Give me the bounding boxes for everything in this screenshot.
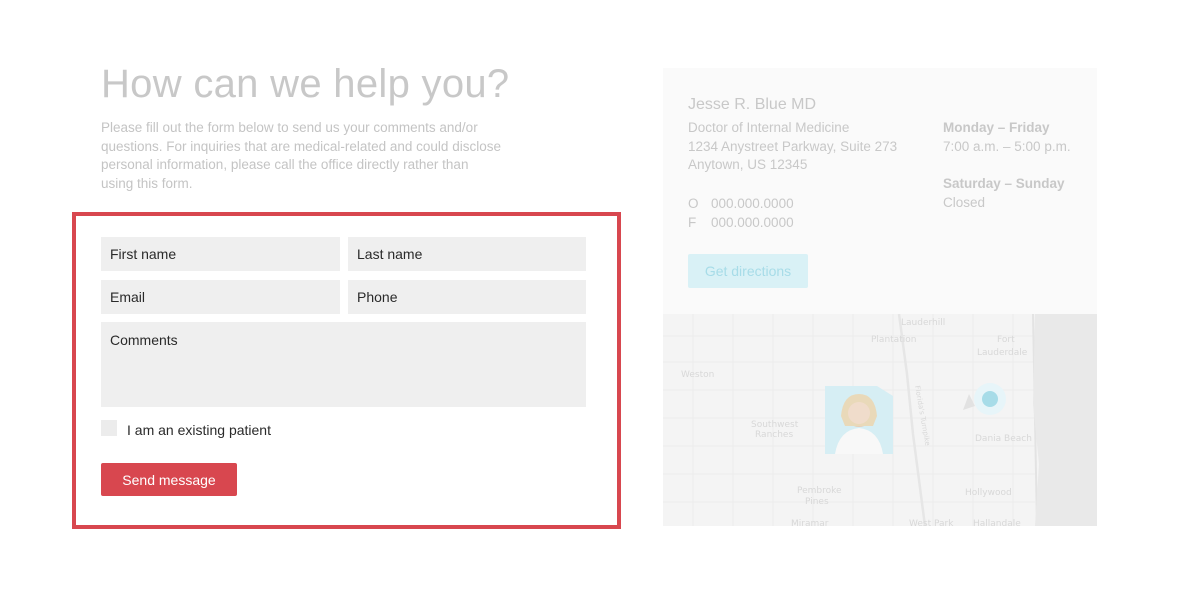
map-label-pines: Pines — [805, 497, 829, 507]
doctor-address: Doctor of Internal Medicine 1234 Anystre… — [688, 119, 897, 175]
map-label-west-park: West Park — [909, 519, 954, 526]
office-hours: Monday – Friday 7:00 a.m. – 5:00 p.m. Sa… — [943, 119, 1071, 213]
fax-prefix: F — [688, 215, 697, 230]
weekend-hours: Closed — [943, 194, 986, 210]
ocean — [1033, 314, 1097, 526]
map-label-dania-beach: Dania Beach — [975, 434, 1032, 444]
map-label-ranches: Ranches — [755, 430, 793, 440]
doctor-title: Doctor of Internal Medicine — [688, 120, 850, 135]
office-phone[interactable]: 000.000.0000 — [711, 196, 794, 211]
map-label-road: Florida's Turnpike — [913, 385, 931, 446]
weekday-label: Monday – Friday — [943, 120, 1050, 135]
location-map[interactable]: Lauderhill Plantation Fort Lauderdale We… — [663, 314, 1097, 526]
page-heading: How can we help you? — [101, 62, 510, 106]
location-marker-icon[interactable] — [974, 383, 1006, 415]
intro-text: Please fill out the form below to send u… — [101, 120, 501, 191]
address-line-1: 1234 Anystreet Parkway, Suite 273 — [688, 138, 898, 154]
map-label-fort: Fort — [997, 335, 1015, 345]
comments-field[interactable] — [101, 322, 586, 407]
map-label-lauderdale: Lauderdale — [977, 348, 1028, 358]
map-label-lauderhill: Lauderhill — [901, 318, 945, 328]
doctor-info-card: Jesse R. Blue MD Doctor of Internal Medi… — [663, 68, 1097, 526]
phone-field[interactable] — [348, 280, 586, 314]
office-phone-prefix: O — [688, 196, 699, 211]
map-label-plantation: Plantation — [871, 335, 916, 345]
map-label-hollywood: Hollywood — [965, 488, 1012, 498]
send-message-button[interactable]: Send message — [101, 463, 237, 496]
map-label-miramar: Miramar — [791, 519, 829, 526]
doctor-name: Jesse R. Blue MD — [688, 96, 817, 113]
fax-number: 000.000.0000 — [711, 215, 794, 230]
fax-row: F 000.000.0000 — [688, 213, 794, 232]
existing-patient-label[interactable]: I am an existing patient — [127, 422, 271, 438]
address-line-2: Anytown, US 12345 — [688, 157, 808, 173]
email-field[interactable] — [101, 280, 340, 314]
weekday-hours: 7:00 a.m. – 5:00 p.m. — [943, 138, 1071, 154]
first-name-field[interactable] — [101, 237, 340, 271]
office-phone-row: O 000.000.0000 — [688, 194, 794, 213]
contact-numbers: O 000.000.0000 F 000.000.0000 — [688, 194, 794, 232]
doctor-pin-avatar[interactable] — [825, 386, 893, 454]
map-label-weston: Weston — [681, 370, 714, 380]
map-label-hallandale: Hallandale — [973, 519, 1021, 526]
get-directions-button[interactable]: Get directions — [688, 254, 808, 288]
map-label-southwest: Southwest — [751, 420, 799, 430]
last-name-field[interactable] — [348, 237, 586, 271]
existing-patient-checkbox[interactable] — [101, 420, 117, 436]
map-label-pembroke: Pembroke — [797, 486, 842, 496]
contact-form: I am an existing patient Send message — [72, 212, 621, 529]
weekend-label: Saturday – Sunday — [943, 176, 1065, 192]
